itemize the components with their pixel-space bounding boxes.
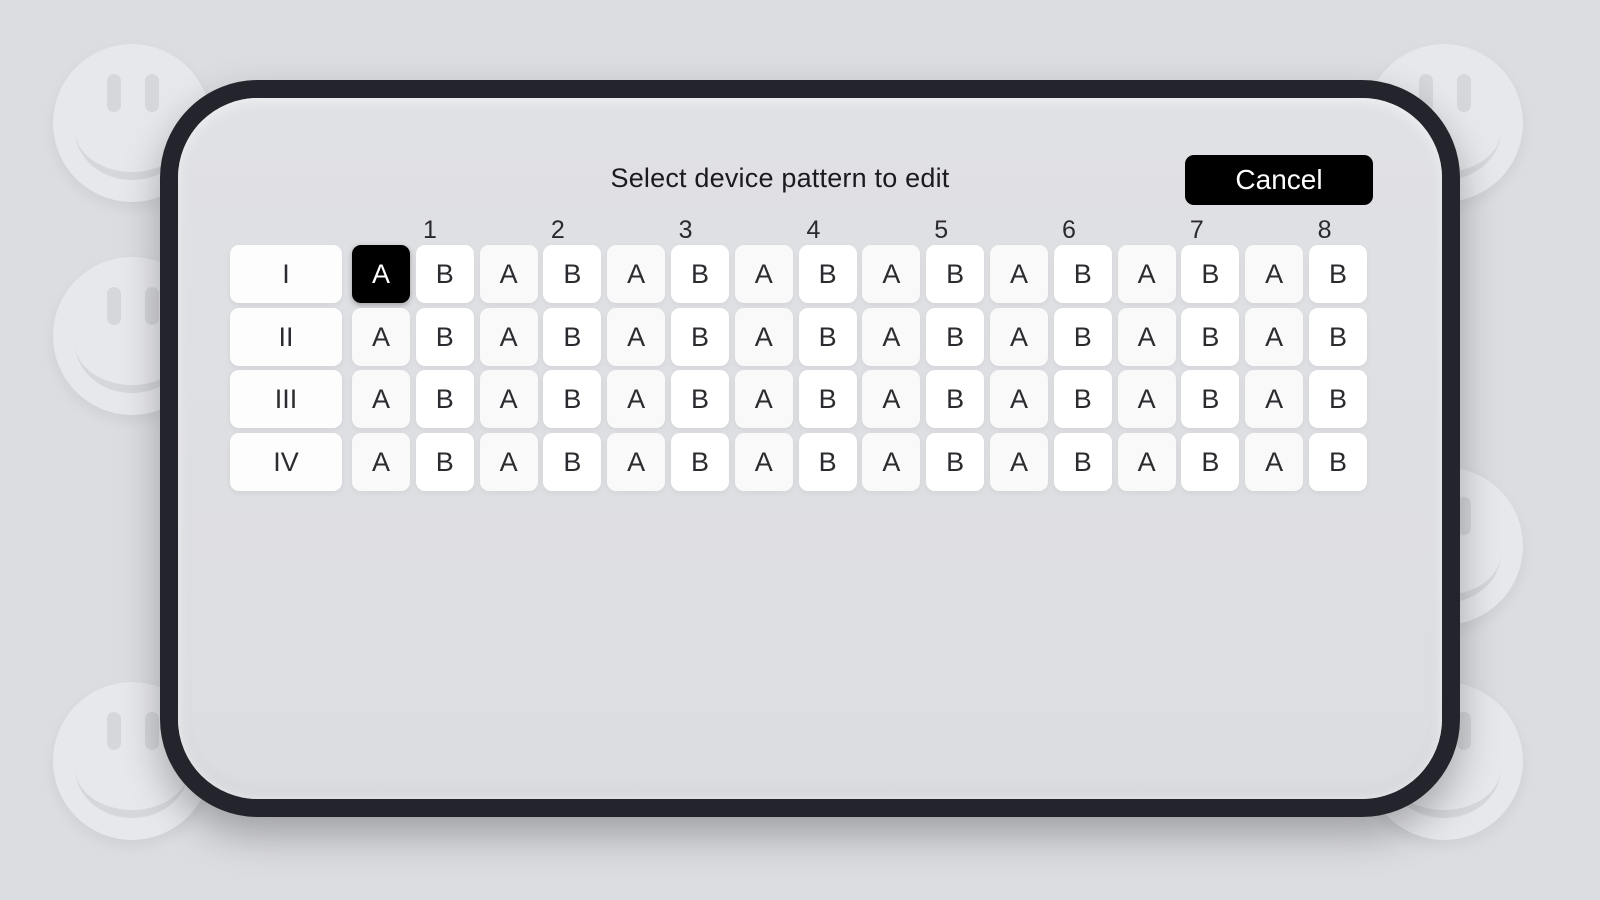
column-number-7: 7: [1189, 216, 1204, 244]
pattern-cell[interactable]: B: [798, 370, 857, 428]
pattern-cell[interactable]: B: [1053, 245, 1112, 303]
pattern-cell[interactable]: A: [1117, 245, 1176, 303]
pattern-cell[interactable]: B: [415, 432, 474, 491]
pattern-cell[interactable]: B: [798, 432, 857, 491]
column-number-5: 5: [934, 216, 949, 244]
pattern-cell[interactable]: A: [352, 370, 410, 428]
row-label-ii[interactable]: II: [230, 307, 342, 366]
pattern-cell[interactable]: A: [607, 307, 666, 366]
column-number-3: 3: [678, 216, 693, 244]
pattern-cell[interactable]: B: [1181, 370, 1240, 428]
pattern-cell[interactable]: B: [1053, 370, 1112, 428]
pattern-cell[interactable]: B: [1053, 432, 1112, 491]
pattern-cell[interactable]: A: [990, 432, 1048, 491]
device-screen: Select device pattern to edit Cancel 1 2 3…: [178, 98, 1442, 799]
row-label-iv[interactable]: IV: [230, 432, 342, 491]
row-label-iii[interactable]: III: [230, 370, 342, 428]
pattern-cell[interactable]: B: [543, 370, 602, 428]
pattern-cell[interactable]: A: [990, 307, 1048, 366]
column-number-1: 1: [423, 216, 437, 244]
pattern-cell[interactable]: A: [734, 307, 793, 366]
pattern-cell[interactable]: B: [1181, 307, 1240, 366]
pattern-cell[interactable]: B: [543, 245, 602, 303]
pattern-cell[interactable]: A: [479, 370, 538, 428]
pattern-cell[interactable]: A: [479, 307, 538, 366]
pattern-cell[interactable]: A: [352, 307, 410, 366]
pattern-cell[interactable]: B: [926, 432, 985, 491]
pattern-cell[interactable]: A: [1117, 370, 1176, 428]
pattern-cell[interactable]: B: [415, 245, 474, 303]
pattern-cell[interactable]: A: [862, 432, 921, 491]
pattern-cell[interactable]: A: [1245, 370, 1304, 428]
device-frame: Select device pattern to edit Cancel 1 2 3…: [160, 80, 1460, 817]
pattern-cell[interactable]: B: [671, 370, 729, 428]
pattern-cell[interactable]: A: [990, 245, 1048, 303]
pattern-cell[interactable]: B: [1309, 370, 1367, 428]
pattern-cell[interactable]: A: [734, 245, 793, 303]
pattern-cell[interactable]: B: [1181, 432, 1240, 491]
pattern-cell[interactable]: B: [798, 245, 857, 303]
pattern-cell[interactable]: B: [1309, 245, 1367, 303]
row-label-i[interactable]: I: [230, 245, 342, 303]
column-number-header: 1 2 3 4 5 6 7 8: [366, 213, 1389, 247]
pattern-cell[interactable]: B: [926, 370, 985, 428]
pattern-cell[interactable]: B: [1309, 432, 1367, 491]
column-number-8: 8: [1317, 216, 1332, 244]
pattern-cell[interactable]: A: [734, 432, 793, 491]
pattern-cell[interactable]: A: [1117, 432, 1176, 491]
column-number-6: 6: [1062, 216, 1076, 244]
app-background: Select device pattern to edit Cancel 1 2 3…: [0, 0, 1600, 900]
pattern-cell[interactable]: A: [607, 245, 666, 303]
pattern-cell[interactable]: B: [543, 307, 602, 366]
pattern-cell[interactable]: B: [926, 307, 985, 366]
cancel-button[interactable]: Cancel: [1185, 155, 1373, 205]
pattern-cell[interactable]: B: [798, 307, 857, 366]
column-number-4: 4: [806, 216, 821, 244]
pattern-cell[interactable]: B: [543, 432, 602, 491]
pattern-cell[interactable]: A: [1245, 307, 1304, 366]
pattern-cell[interactable]: A: [734, 370, 793, 428]
pattern-cell[interactable]: A: [1245, 432, 1304, 491]
pattern-cell[interactable]: B: [1181, 245, 1240, 303]
pattern-cell[interactable]: A: [862, 370, 921, 428]
pattern-cell[interactable]: A: [1245, 245, 1304, 303]
pattern-cell[interactable]: B: [926, 245, 985, 303]
pattern-cell[interactable]: A: [479, 245, 538, 303]
pattern-cell[interactable]: B: [1053, 307, 1112, 366]
pattern-cell[interactable]: A: [990, 370, 1048, 428]
pattern-cell[interactable]: A: [479, 432, 538, 491]
pattern-cell[interactable]: B: [671, 307, 729, 366]
pattern-cell[interactable]: A: [352, 245, 410, 303]
dialog-title: Select device pattern to edit: [610, 163, 950, 193]
pattern-cell[interactable]: B: [1309, 307, 1367, 366]
pattern-cell[interactable]: A: [862, 307, 921, 366]
pattern-cell[interactable]: B: [671, 245, 729, 303]
pattern-cell[interactable]: A: [607, 370, 666, 428]
pattern-cell[interactable]: A: [352, 432, 410, 491]
pattern-cell[interactable]: A: [862, 245, 921, 303]
pattern-cell[interactable]: B: [671, 432, 729, 491]
column-number-2: 2: [550, 216, 565, 244]
pattern-cell[interactable]: A: [1117, 307, 1176, 366]
pattern-cell[interactable]: B: [415, 307, 474, 366]
pattern-cell[interactable]: B: [415, 370, 474, 428]
pattern-cell[interactable]: A: [607, 432, 666, 491]
